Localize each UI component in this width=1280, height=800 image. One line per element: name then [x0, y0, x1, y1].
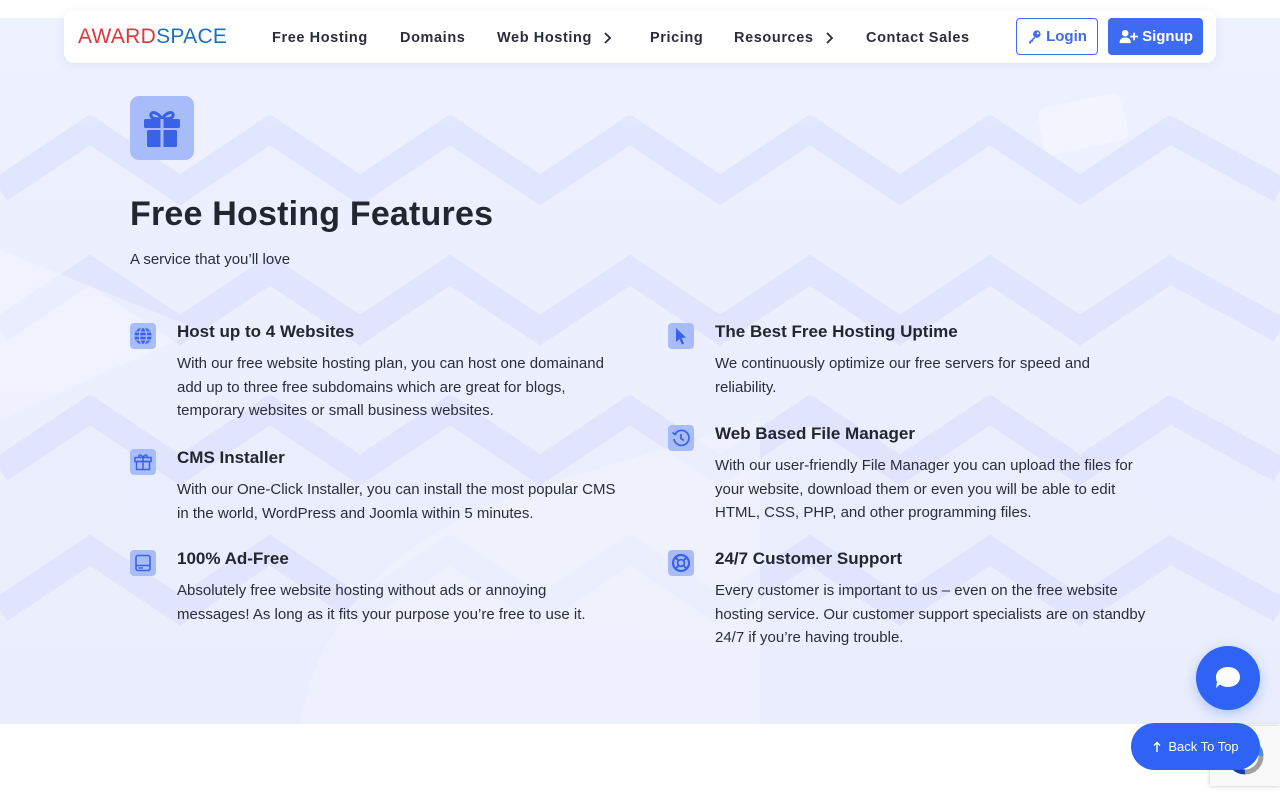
nav-contact-sales[interactable]: Contact Sales — [866, 28, 970, 48]
feature-description: With our user-friendly File Manager you … — [715, 457, 1133, 521]
feature-icon-badge — [130, 449, 156, 475]
awardspace-logo[interactable]: AWARDSPACE — [78, 24, 227, 50]
globe-icon — [134, 326, 152, 346]
feature-cms-installer: CMS Installer With our One-Click Install… — [130, 448, 616, 522]
nav-pricing-label: Pricing — [650, 30, 704, 46]
feature-title: 100% Ad-Free — [177, 549, 289, 568]
feature-icon-badge — [130, 323, 156, 349]
login-label: Login — [1046, 28, 1087, 45]
feature-description: With our One-Click Installer, you can in… — [177, 481, 616, 522]
feature-ad-free: 100% Ad-Free Absolutely free website hos… — [130, 549, 586, 623]
feature-title: 24/7 Customer Support — [715, 549, 903, 568]
feature-icon-badge — [668, 550, 694, 576]
chat-bubble-icon — [1216, 667, 1240, 688]
feature-title: CMS Installer — [177, 448, 285, 467]
gift-icon — [144, 111, 180, 147]
feature-title: The Best Free Hosting Uptime — [715, 322, 958, 341]
nav-pricing[interactable]: Pricing — [650, 28, 703, 48]
login-button[interactable]: Login — [1016, 18, 1098, 55]
chevron-right-icon — [825, 32, 833, 44]
back-to-top-button[interactable]: Back To Top — [1131, 723, 1260, 770]
feature-title: Host up to 4 Websites — [177, 322, 355, 341]
nav-web-hosting-label: Web Hosting — [497, 30, 592, 46]
feature-description: Every customer is important to us – even… — [715, 582, 1146, 646]
logo-part-space: SPACE — [156, 25, 228, 48]
history-icon — [671, 429, 690, 447]
nav-resources-label: Resources — [734, 30, 814, 46]
signup-label: Signup — [1142, 28, 1193, 45]
cursor-icon — [676, 328, 686, 345]
back-to-top-label: Back To Top — [1168, 739, 1239, 754]
section-subtitle: A service that you’ll love — [130, 251, 291, 268]
key-icon — [1028, 30, 1041, 44]
feature-description: With our free website hosting plan, you … — [177, 355, 604, 419]
feature-icon-badge — [130, 550, 156, 576]
feature-uptime: The Best Free Hosting Uptime We continuo… — [668, 322, 1118, 396]
nav-resources[interactable]: Resources — [734, 28, 834, 48]
header-navbar: AWARDSPACE Free Hosting Domains Web Host… — [64, 10, 1216, 63]
nav-domains[interactable]: Domains — [400, 28, 465, 48]
section-title: Free Hosting Features — [130, 195, 494, 233]
nav-contact-sales-label: Contact Sales — [866, 30, 970, 46]
feature-description: We continuously optimize our free server… — [715, 355, 1090, 396]
feature-customer-support: 24/7 Customer Support Every customer is … — [668, 549, 1145, 646]
user-plus-icon — [1119, 29, 1138, 44]
arrow-up-icon — [1153, 741, 1161, 752]
hard-drive-icon — [135, 554, 151, 572]
feature-description: Absolutely free website hosting without … — [177, 582, 586, 623]
feature-icon-badge — [668, 425, 694, 451]
feature-host-websites: Host up to 4 Websites With our free webs… — [130, 322, 604, 419]
gift-icon — [134, 454, 152, 471]
section-gift-badge — [130, 96, 194, 160]
nav-free-hosting[interactable]: Free Hosting — [272, 28, 368, 48]
chevron-right-icon — [604, 32, 612, 44]
nav-free-hosting-label: Free Hosting — [272, 30, 368, 46]
signup-button[interactable]: Signup — [1108, 18, 1203, 55]
nav-domains-label: Domains — [400, 30, 466, 46]
feature-file-manager: Web Based File Manager With our user-fri… — [668, 424, 1133, 521]
lifebuoy-icon — [671, 553, 691, 573]
chat-button[interactable] — [1196, 646, 1260, 710]
nav-web-hosting[interactable]: Web Hosting — [497, 28, 612, 48]
feature-title: Web Based File Manager — [715, 424, 915, 443]
feature-icon-badge — [668, 323, 694, 349]
logo-part-award: AWARD — [78, 25, 157, 48]
